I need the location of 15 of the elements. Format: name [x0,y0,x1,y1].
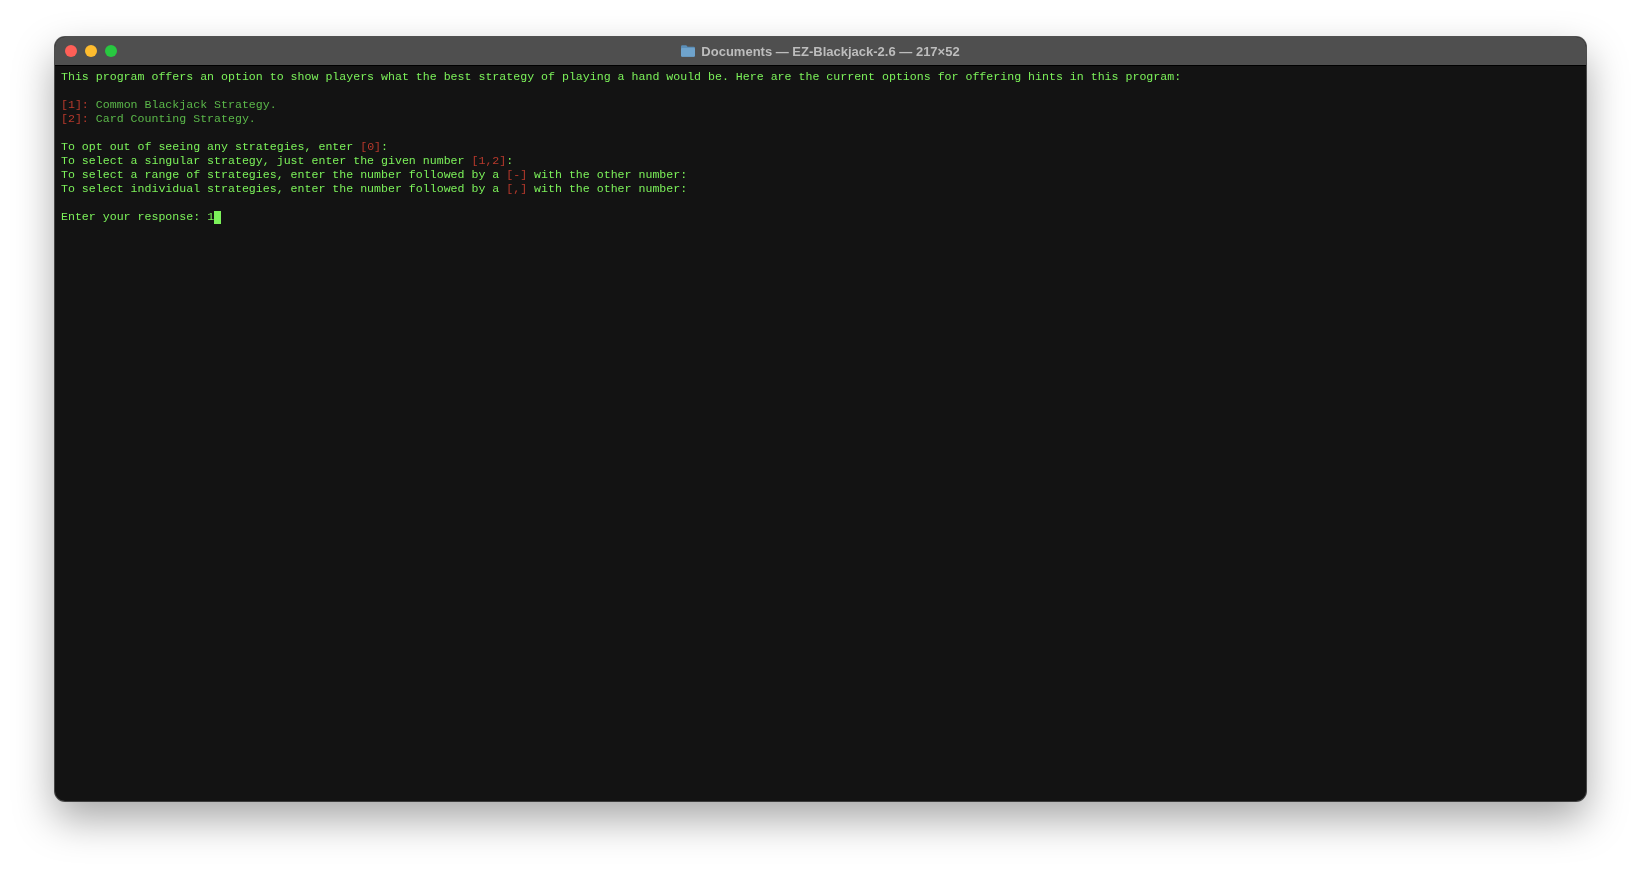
terminal-line: To opt out of seeing any strategies, enter [0]: [61,140,388,154]
terminal-line: To select a range of strategies, enter the number followed by a [-] with the other number: [61,168,688,182]
terminal-line: To select a singular strategy, just enter the given number [1,2]: [61,154,514,168]
close-button[interactable] [65,45,77,57]
terminal-line: This program offers an option to show players what the best strategy of playing a hand would be. Here are the current options for offering hints in this program: [61,70,1182,84]
window-title: Documents — EZ-Blackjack-2.6 — 217×52 [701,43,960,59]
folder-icon [681,45,696,57]
typed-text: 1 [207,210,215,224]
prompt-text: Enter your response: [61,210,201,224]
terminal-line: [2]: Card Counting Strategy. [61,112,256,126]
minimize-button[interactable] [85,45,97,57]
text-cursor [214,210,222,224]
terminal-line: To select individual strategies, enter the number followed by a [,] with the other number: [61,182,688,196]
terminal-line: [1]: Common Blackjack Strategy. [61,98,277,112]
zoom-button[interactable] [105,45,117,57]
